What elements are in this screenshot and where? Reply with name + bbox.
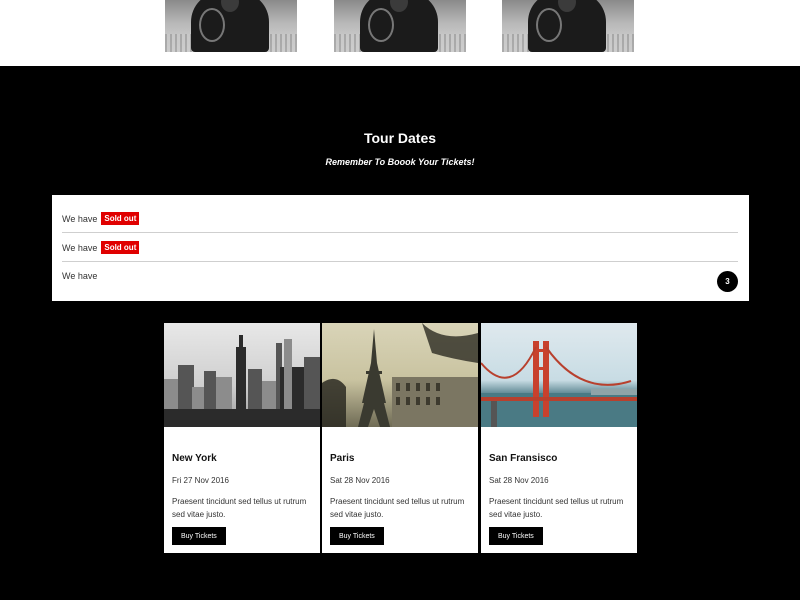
new-york-skyline-image [164, 323, 320, 427]
sold-out-badge: Sold out [101, 241, 140, 254]
golden-gate-bridge-image [481, 323, 637, 427]
band-member-photo[interactable] [502, 0, 634, 52]
list-item-text: We have [62, 242, 98, 253]
card-date: Sat 28 Nov 2016 [489, 476, 549, 485]
card-description: Praesent tincidunt sed tellus ut rutrum … [172, 497, 307, 519]
eiffel-tower-illustration [322, 323, 478, 427]
tour-card-new-york: New York Fri 27 Nov 2016 Praesent tincid… [164, 323, 320, 553]
list-item[interactable]: We have Sold out [62, 234, 738, 262]
sold-out-badge: Sold out [101, 212, 140, 225]
card-city: San Fransisco [489, 453, 558, 464]
buy-tickets-button[interactable]: Buy Tickets [489, 527, 543, 545]
band-member-photo[interactable] [334, 0, 466, 52]
band-member-photo[interactable] [165, 0, 297, 52]
golden-gate-bridge-illustration [481, 341, 637, 427]
card-date: Fri 27 Nov 2016 [172, 476, 229, 485]
card-description: Praesent tincidunt sed tellus ut rutrum … [330, 497, 465, 519]
buy-tickets-button[interactable]: Buy Tickets [172, 527, 226, 545]
paris-eiffel-tower-image [322, 323, 478, 427]
buy-tickets-button[interactable]: Buy Tickets [330, 527, 384, 545]
tour-card-san-fransisco: San Fransisco Sat 28 Nov 2016 Praesent t… [481, 323, 637, 553]
tour-list: We have Sold out We have Sold out We hav… [52, 195, 749, 301]
list-item[interactable]: We have [62, 262, 738, 290]
card-date: Sat 28 Nov 2016 [330, 476, 390, 485]
tour-dates-subtitle: Remember To Boook Your Tickets! [325, 157, 475, 167]
list-item[interactable]: We have Sold out [62, 205, 738, 233]
card-city: Paris [330, 453, 355, 464]
card-description: Praesent tincidunt sed tellus ut rutrum … [489, 497, 624, 519]
band-photos-strip [0, 0, 800, 66]
list-item-text: We have [62, 271, 98, 281]
list-item-text: We have [62, 213, 98, 224]
card-city: New York [172, 453, 217, 464]
tour-card-paris: Paris Sat 28 Nov 2016 Praesent tincidunt… [322, 323, 478, 553]
count-badge: 3 [717, 271, 738, 292]
tour-dates-title: Tour Dates [363, 130, 437, 146]
